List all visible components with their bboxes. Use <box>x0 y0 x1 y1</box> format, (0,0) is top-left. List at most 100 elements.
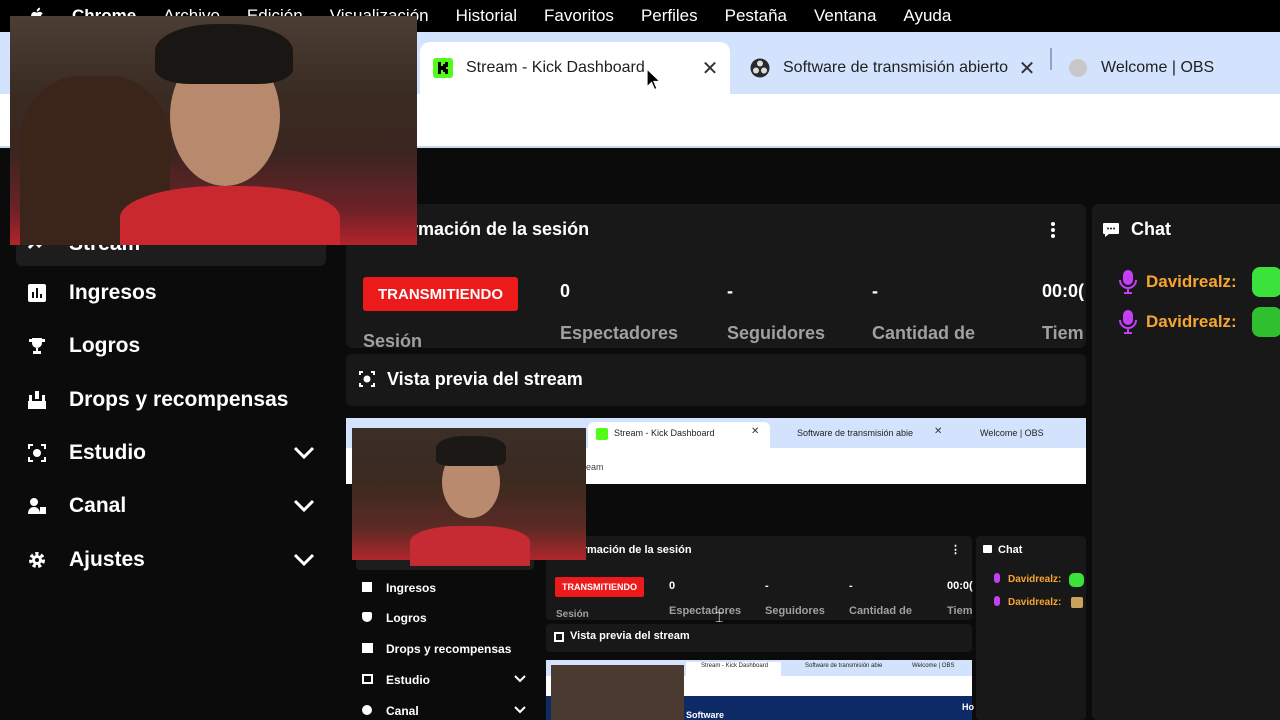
nested-stat-label: Tiem <box>947 605 973 617</box>
sidebar-item-drops[interactable]: Drops y recompensas <box>26 380 288 420</box>
close-tab-icon: ✕ <box>934 426 943 437</box>
menu-ayuda[interactable]: Ayuda <box>903 6 951 26</box>
chevron-down-icon[interactable] <box>292 441 316 465</box>
followers-label: Seguidores <box>727 323 826 343</box>
nested-stat-value: - <box>765 580 769 592</box>
globe-icon <box>1069 59 1087 77</box>
nested-sidebar-item: Estudio <box>386 673 430 687</box>
obs-logo-icon <box>750 58 770 78</box>
nested-preview-title: Vista previa del stream <box>570 630 690 642</box>
sidebar-item-ingresos[interactable]: Ingresos <box>26 273 157 313</box>
drops-icon <box>362 643 373 653</box>
green-blob-emote <box>1069 573 1084 587</box>
gear-icon <box>26 549 48 571</box>
microphone-badge-icon <box>1119 310 1137 334</box>
sidebar-item-logros[interactable]: Logros <box>26 326 140 366</box>
shirt-shape <box>410 526 530 566</box>
menu-favoritos[interactable]: Favoritos <box>544 6 614 26</box>
viewers-label: Espectadores <box>560 323 679 343</box>
nested-chat-panel <box>976 536 1086 720</box>
microphone-badge-icon <box>994 596 1000 606</box>
hair-shape <box>436 436 506 466</box>
chevron-down-icon[interactable] <box>292 494 316 518</box>
tab-title: Welcome | OBS <box>1101 59 1215 76</box>
close-tab-icon[interactable]: ✕ <box>696 56 724 81</box>
time-value: 00:0( <box>1042 281 1085 301</box>
chat-username[interactable]: Davidrealz: <box>1146 312 1237 332</box>
nested-stat-value: - <box>849 580 853 592</box>
tab-title: Software de transmisión abierto <box>783 59 1008 76</box>
tab-separator <box>1050 48 1052 70</box>
count-value: - <box>872 281 878 301</box>
nested-sidebar-item: Canal <box>386 704 419 718</box>
chat-message: Davidrealz: <box>1118 267 1237 297</box>
deep-tab-title: Software de transmisión abie <box>805 663 883 669</box>
microphone-badge-icon <box>1119 270 1137 294</box>
menu-perfiles[interactable]: Perfiles <box>641 6 698 26</box>
time-label: Tiem <box>1042 323 1084 343</box>
preview-panel-title: Vista previa del stream <box>387 369 583 389</box>
nested-live-badge: TRANSMITIENDO <box>555 577 644 597</box>
nested-status-label: Sesión <box>556 609 589 620</box>
drops-icon <box>26 389 48 411</box>
trophy-icon <box>26 335 48 357</box>
sidebar-item-label: Ajustes <box>69 548 145 571</box>
sidebar-item-estudio[interactable]: Estudio <box>26 433 146 473</box>
deep-webcam-overlay <box>551 665 684 720</box>
preview-icon <box>554 632 564 642</box>
more-options-icon: ⋮ <box>950 544 961 556</box>
chat-message: Davidrealz: <box>1118 307 1237 337</box>
tab-kick-dashboard[interactable]: Stream - Kick Dashboard ✕ <box>420 42 730 94</box>
trophy-icon <box>362 612 372 622</box>
nested-sidebar-item: Drops y recompensas <box>386 642 512 656</box>
tab-obs-software[interactable]: Software de transmisión abierto ✕ <box>737 42 1047 94</box>
chevron-down-icon <box>514 706 526 714</box>
microphone-badge-icon <box>994 573 1000 583</box>
nested-stat-label: Seguidores <box>765 605 825 617</box>
mouse-cursor-icon <box>646 68 662 91</box>
deep-text: Software <box>686 710 725 720</box>
hair-shape <box>155 24 293 84</box>
nested-sidebar-item: Ingresos <box>386 581 437 595</box>
count-label: Cantidad de <box>872 323 976 343</box>
chat-username[interactable]: Davidrealz: <box>1146 272 1237 292</box>
sidebar-item-ajustes[interactable]: Ajustes <box>26 540 145 580</box>
nested-chat-user: Davidrealz: <box>1008 597 1062 608</box>
nested-stat-label: Espectadores <box>669 605 742 617</box>
studio-icon <box>26 442 48 464</box>
channel-icon <box>26 495 48 517</box>
stream-preview-video[interactable]: Stream - Kick Dashboard ✕ Software de tr… <box>346 418 1086 720</box>
close-tab-icon[interactable]: ✕ <box>1013 56 1041 81</box>
nested-tab-title: Welcome | OBS <box>980 428 1044 438</box>
kick-logo-icon <box>433 58 453 78</box>
nested-chat-user: Davidrealz: <box>1008 574 1062 585</box>
kick-logo-icon <box>596 428 608 440</box>
deep-corner-text: Ho <box>962 702 974 712</box>
menu-ventana[interactable]: Ventana <box>814 6 876 26</box>
session-panel-title: ormación de la sesión <box>400 219 590 239</box>
nested-chat-title: Chat <box>998 544 1023 556</box>
shirt-shape <box>120 186 340 245</box>
menu-historial[interactable]: Historial <box>456 6 517 26</box>
nested-stat-value: 00:0( <box>947 580 973 592</box>
sidebar-item-label: Canal <box>69 494 127 517</box>
menu-pestana[interactable]: Pestaña <box>725 6 787 26</box>
sidebar-item-label: Logros <box>69 334 141 357</box>
nested-webcam-overlay <box>352 428 586 566</box>
nested-session-title: ormación de la sesión <box>576 544 692 556</box>
sidebar-item-label: Estudio <box>69 441 146 464</box>
channel-icon <box>362 705 372 715</box>
sidebar-item-label: Ingresos <box>69 281 157 304</box>
studio-icon <box>362 674 373 684</box>
live-status-badge: TRANSMITIENDO <box>363 277 518 311</box>
nested-sidebar-item: Logros <box>386 611 427 625</box>
viewers-value: 0 <box>560 281 571 301</box>
tab-welcome-obs[interactable]: Welcome | OBS <box>1055 42 1280 94</box>
sidebar-item-canal[interactable]: Canal <box>26 486 126 526</box>
more-options-icon[interactable] <box>1046 220 1060 240</box>
chevron-down-icon[interactable] <box>292 548 316 572</box>
green-face-emote <box>1252 307 1280 337</box>
deep-tab-title: Stream - Kick Dashboard <box>701 663 769 669</box>
nested-stat-value: 0 <box>669 580 676 592</box>
bar-chart-icon <box>26 282 48 304</box>
